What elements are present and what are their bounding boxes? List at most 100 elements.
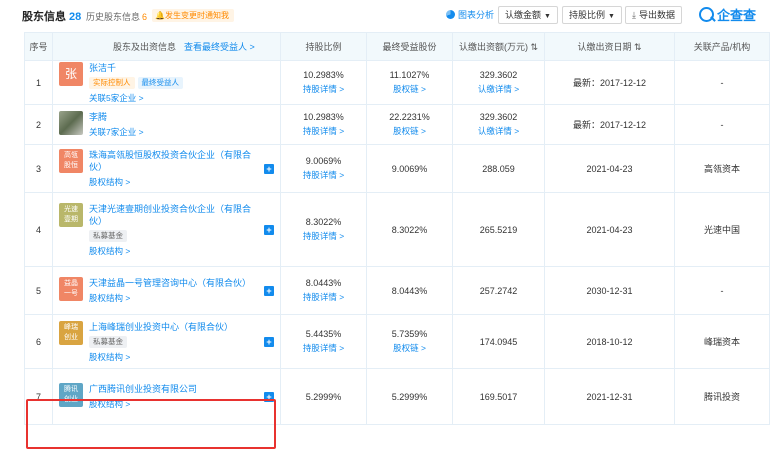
- related-cell: -: [674, 60, 770, 105]
- amount-cell: 265.5219: [452, 192, 545, 267]
- amount-cell: 329.3602 认缴详情 >: [452, 60, 545, 105]
- holder-sub-link[interactable]: 关联7家企业 >: [89, 126, 258, 138]
- history-shareholders-link[interactable]: 历史股东信息 6: [86, 10, 147, 23]
- holder-sub-link[interactable]: 股权结构 >: [89, 351, 258, 363]
- holder-name-link[interactable]: 上海峰瑞创业投资中心（有限合伙）: [89, 321, 258, 333]
- col-holder-label: 股东及出资信息: [113, 42, 177, 52]
- ratio-value: 8.0443%: [305, 278, 342, 288]
- holder-cell: 李腾 关联7家企业 >: [52, 104, 281, 145]
- ratio-detail-link[interactable]: 持股详情 >: [281, 342, 366, 354]
- title-text: 股东信息: [22, 11, 66, 23]
- amount-value: 169.5017: [479, 391, 518, 402]
- section-title: 股东信息 28: [22, 8, 81, 24]
- table-row: 1 张 张洁千 实际控制人 最终受益人 关联5家企业 > 10.2983% 持股详情…: [24, 60, 770, 105]
- equity-chain-link[interactable]: 股权链 >: [367, 83, 452, 95]
- holder-sub-link[interactable]: 关联5家企业 >: [89, 92, 258, 104]
- holder-name-link[interactable]: 张洁千: [89, 62, 258, 74]
- related-cell[interactable]: 腾讯投资: [674, 368, 770, 425]
- date-cell: 2021-12-31: [544, 368, 675, 425]
- ratio-detail-link[interactable]: 持股详情 >: [281, 291, 366, 303]
- ratio-detail-link[interactable]: 持股详情 >: [281, 83, 366, 95]
- expand-plus-icon[interactable]: +: [264, 163, 274, 174]
- avatar[interactable]: 光速壹期: [59, 202, 83, 227]
- equity-chain-link[interactable]: 股权链 >: [367, 125, 452, 137]
- row-index: 2: [24, 104, 53, 145]
- holder-sub-link[interactable]: 股权结构 >: [89, 245, 258, 257]
- holder-cell: 光速壹期 天津光速壹期创业投资合伙企业（有限合伙） 私募基金 股权结构 > +: [52, 192, 281, 267]
- holder-name-link[interactable]: 天津光速壹期创业投资合伙企业（有限合伙）: [89, 203, 258, 227]
- ratio-value: 8.3022%: [305, 217, 342, 227]
- ratio-cell: 9.0069% 持股详情 >: [280, 144, 367, 193]
- avatar[interactable]: 张: [59, 61, 83, 86]
- holder-name-link[interactable]: 珠海高瓴股恒股权投资合伙企业（有限合伙）: [89, 149, 258, 173]
- ratio-value: 9.0069%: [305, 156, 342, 166]
- holder-name-link[interactable]: 天津益晶一号管理咨询中心（有限合伙）: [89, 277, 258, 289]
- related-cell[interactable]: 峰瑞资本: [674, 314, 770, 369]
- holder-tag: 私募基金: [89, 229, 127, 242]
- col-subscribed[interactable]: 认缴出资额(万元) ⇅: [452, 32, 545, 61]
- col-subscribed-label: 认缴出资额(万元): [458, 42, 528, 52]
- amount-cell: 169.5017: [452, 368, 545, 425]
- benefit-value: 8.3022%: [391, 224, 428, 235]
- view-final-beneficiary-link[interactable]: 查看最终受益人 >: [184, 42, 255, 52]
- holder-name-link[interactable]: 广西腾讯创业投资有限公司: [89, 383, 258, 395]
- change-notify-button[interactable]: 🔔 发生变更时通知我: [152, 9, 234, 22]
- avatar[interactable]: 益晶一号: [59, 277, 83, 301]
- bell-icon: 🔔: [155, 11, 165, 20]
- brand-logo: 企查查: [699, 5, 756, 24]
- date-cell: 2030-12-31: [544, 266, 675, 315]
- holder-name-link[interactable]: 李腾: [89, 111, 258, 123]
- benefit-value: 22.2231%: [389, 112, 430, 122]
- table-row: 6 峰瑞创业 上海峰瑞创业投资中心（有限合伙） 私募基金 股权结构 > + 5.…: [24, 314, 770, 369]
- dropdown-label: 持股比例: [569, 10, 606, 20]
- avatar[interactable]: 峰瑞创业: [59, 320, 83, 345]
- chart-analysis-button[interactable]: 图表分析: [446, 8, 494, 21]
- ratio-cell: 8.0443% 持股详情 >: [280, 266, 367, 315]
- ratio-detail-link[interactable]: 持股详情 >: [281, 230, 366, 242]
- row-index: 1: [24, 60, 53, 105]
- col-index: 序号: [24, 32, 53, 61]
- subscribe-detail-link[interactable]: 认缴详情 >: [453, 83, 544, 95]
- avatar[interactable]: 高瓴股恒: [59, 149, 83, 173]
- holder-sub-link[interactable]: 股权结构 >: [89, 292, 258, 304]
- col-holder: 股东及出资信息 查看最终受益人 >: [52, 32, 281, 61]
- table-row: 3 高瓴股恒 珠海高瓴股恒股权投资合伙企业（有限合伙） 股权结构 > + 9.0…: [24, 144, 770, 193]
- related-cell: -: [674, 266, 770, 315]
- table-row: 4 光速壹期 天津光速壹期创业投资合伙企业（有限合伙） 私募基金 股权结构 > …: [24, 192, 770, 267]
- col-final-benefit[interactable]: 最终受益股份: [366, 32, 453, 61]
- date-cell: 最新：2017-12-12: [544, 104, 675, 145]
- col-date[interactable]: 认缴出资日期 ⇅: [544, 32, 675, 61]
- highlight-box: [26, 399, 276, 449]
- related-cell[interactable]: 光速中国: [674, 192, 770, 267]
- chart-analysis-label: 图表分析: [458, 10, 495, 20]
- ratio-detail-link[interactable]: 持股详情 >: [281, 125, 366, 137]
- ratio-detail-link[interactable]: 持股详情 >: [281, 169, 366, 181]
- amount-cell: 257.2742: [452, 266, 545, 315]
- ratio-value: 10.2983%: [303, 112, 344, 122]
- amount-cell: 329.3602 认缴详情 >: [452, 104, 545, 145]
- section-header: 股东信息 28 历史股东信息 6 🔔 发生变更时通知我 图表分析 认缴金额 ▼ 持股比例…: [0, 0, 781, 30]
- amount-cell: 288.059: [452, 144, 545, 193]
- shareholding-ratio-dropdown[interactable]: 持股比例 ▼: [562, 6, 622, 24]
- subscribe-detail-link[interactable]: 认缴详情 >: [453, 125, 544, 137]
- ratio-cell: 5.4435% 持股详情 >: [280, 314, 367, 369]
- expand-plus-icon[interactable]: +: [264, 224, 274, 235]
- ratio-cell: 8.3022% 持股详情 >: [280, 192, 367, 267]
- ratio-value: 5.2999%: [305, 391, 342, 402]
- shareholder-count: 28: [69, 11, 82, 23]
- holder-sub-link[interactable]: 股权结构 >: [89, 176, 258, 188]
- amount-value: 288.059: [482, 163, 515, 174]
- expand-plus-icon[interactable]: +: [264, 285, 274, 296]
- related-cell[interactable]: 高瓴资本: [674, 144, 770, 193]
- avatar[interactable]: [59, 111, 83, 135]
- benefit-value: 5.2999%: [391, 391, 428, 402]
- export-button[interactable]: ⤓ 导出数据: [625, 6, 682, 24]
- equity-chain-link[interactable]: 股权链 >: [367, 342, 452, 354]
- amount-value: 329.3602: [479, 70, 518, 80]
- holder-tag: 私募基金: [89, 335, 127, 348]
- expand-plus-icon[interactable]: +: [264, 336, 274, 347]
- row-index: 5: [24, 266, 53, 315]
- subscribe-amount-dropdown[interactable]: 认缴金额 ▼: [498, 6, 558, 24]
- table-row: 5 益晶一号 天津益晶一号管理咨询中心（有限合伙） 股权结构 > + 8.044…: [24, 266, 770, 315]
- col-ratio[interactable]: 持股比例: [280, 32, 367, 61]
